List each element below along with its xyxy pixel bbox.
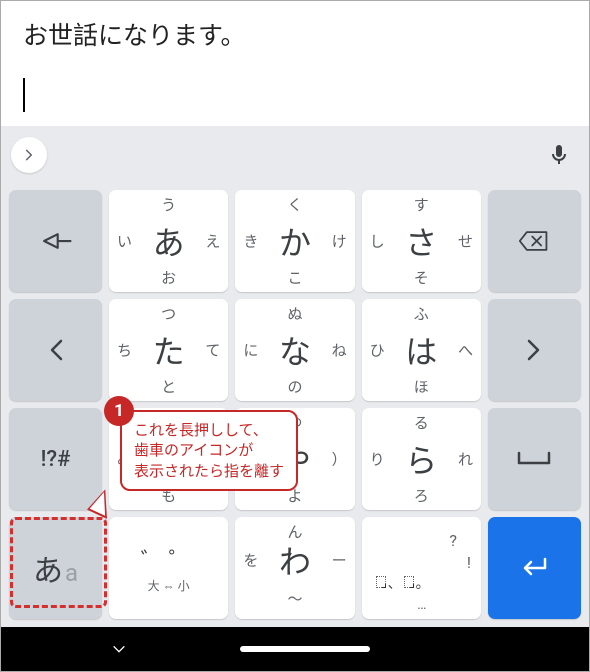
space-icon: [517, 451, 551, 467]
kana-key-あ[interactable]: あ う お い え: [109, 190, 228, 292]
chevron-right-icon: [22, 148, 36, 162]
callout-bubble: これを長押しして、 歯車のアイコンが 表示されたら指を離す: [120, 410, 298, 491]
kana-key-か[interactable]: か く こ き け: [235, 190, 354, 292]
text-cursor: [23, 78, 25, 112]
keyboard-row: あa゛゜大 ⇔ 小 ん わ 〜 を ー 、 。 ? ! …: [9, 517, 581, 619]
dakuten-key[interactable]: ゛゜大 ⇔ 小: [109, 517, 228, 619]
chevron-down-icon: [111, 641, 127, 657]
right-caret-icon: [527, 339, 541, 361]
mic-button[interactable]: [547, 143, 571, 167]
cursor-line: [23, 78, 567, 116]
enter-icon: [519, 557, 549, 579]
nav-home-pill[interactable]: [240, 646, 370, 652]
callout-badge: 1: [104, 396, 134, 426]
mic-icon: [547, 143, 571, 167]
keyboard-row: あ う お い え か く こ き け さ す そ し せ: [9, 190, 581, 292]
left-caret-icon: [49, 339, 63, 361]
punctuation-key[interactable]: 、 。 ? ! …: [362, 517, 481, 619]
kana-key-wa[interactable]: ん わ 〜 を ー: [235, 517, 354, 619]
enter-key[interactable]: [488, 517, 581, 619]
kana-key-さ[interactable]: さ す そ し せ: [362, 190, 481, 292]
kana-key-ら[interactable]: ら る ろ り れ: [362, 408, 481, 510]
right-caret-key[interactable]: [488, 299, 581, 401]
left-caret-key[interactable]: [9, 299, 102, 401]
reverse-tab-icon: [39, 230, 73, 252]
backspace-icon: [518, 229, 550, 253]
space-key[interactable]: [488, 408, 581, 510]
kana-key-た[interactable]: た つ と ち て: [109, 299, 228, 401]
typed-text: お世話になります。: [23, 19, 567, 54]
symbols-key[interactable]: !?#: [9, 408, 102, 510]
backspace-key[interactable]: [488, 190, 581, 292]
suggestion-bar: [1, 126, 589, 184]
kana-key-な[interactable]: な ぬ の に ね: [235, 299, 354, 401]
keyboard-row: た つ と ち て な ぬ の に ね は ふ ほ ひ へ: [9, 299, 581, 401]
navigation-bar: [1, 627, 589, 671]
text-input-area[interactable]: お世話になります。: [1, 1, 589, 126]
expand-button[interactable]: [11, 137, 47, 173]
keyboard: あ う お い え か く こ き け さ す そ し せ た つ と: [1, 184, 589, 627]
language-switch-key[interactable]: あa: [9, 517, 102, 619]
nav-hide-keyboard[interactable]: [111, 641, 127, 657]
kana-key-は[interactable]: は ふ ほ ひ へ: [362, 299, 481, 401]
reverse-tab-key[interactable]: [9, 190, 102, 292]
